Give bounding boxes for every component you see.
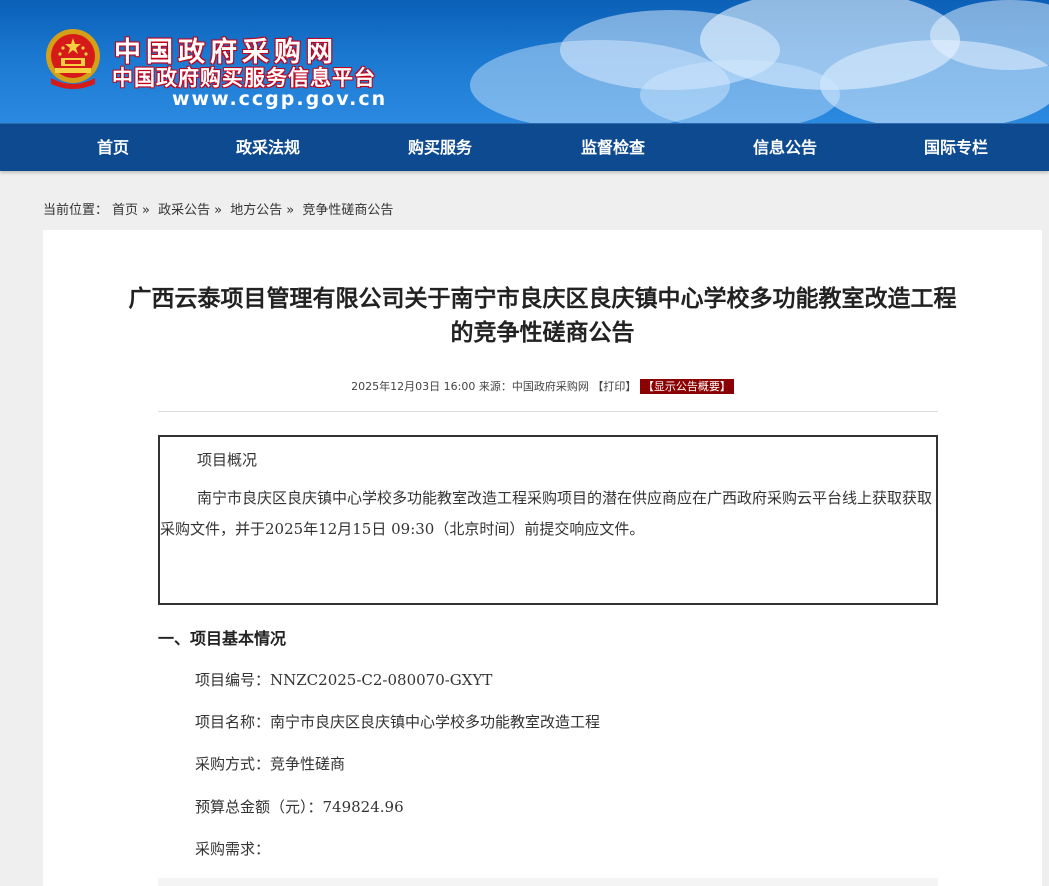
nav-item-supervision[interactable]: 监督检查 [566, 124, 660, 171]
article-meta: 2025年12月03日 16:00 来源：中国政府采购网 【打印】 【显示公告概… [43, 378, 1042, 394]
nav-item-announcements[interactable]: 信息公告 [738, 124, 832, 171]
main-nav: 首页 政采法规 购买服务 监督检查 信息公告 国际专栏 [0, 123, 1049, 171]
procurement-demand: 采购需求： [195, 840, 271, 858]
source-label: 来源： [478, 380, 512, 393]
article-card: 广西云泰项目管理有限公司关于南宁市良庆区良庆镇中心学校多功能教室改造工程 的竞争… [43, 230, 1042, 886]
nav-item-regulations[interactable]: 政采法规 [221, 124, 315, 171]
source-name: 中国政府采购网 [511, 380, 589, 393]
breadcrumb-current[interactable]: 竞争性磋商公告 [302, 203, 393, 218]
article-title-line1: 广西云泰项目管理有限公司关于南宁市良庆区良庆镇中心学校多功能教室改造工程 [128, 286, 957, 312]
breadcrumb-separator: » [286, 203, 295, 218]
breadcrumb-announcements[interactable]: 政采公告 [158, 203, 210, 218]
breadcrumb-local[interactable]: 地方公告 [230, 203, 282, 218]
breadcrumb: 当前位置： 首页 » 政采公告 » 地方公告 » 竞争性磋商公告 [43, 199, 397, 218]
budget-amount: 预算总金额（元）：749824.96 [195, 798, 404, 816]
national-emblem-icon[interactable] [43, 28, 103, 90]
summary-text: 南宁市良庆区良庆镇中心学校多功能教室改造工程采购项目的潜在供应商应在广西政府采购… [160, 489, 933, 538]
section-heading: 一、项目基本情况 [158, 629, 287, 648]
project-summary-box: 项目概况 南宁市良庆区良庆镇中心学校多功能教室改造工程采购项目的潜在供应商应在广… [158, 435, 938, 605]
project-number: 项目编号：NNZC2025-C2-080070-GXYT [195, 671, 493, 689]
divider [158, 411, 938, 412]
project-name: 项目名称：南宁市良庆区良庆镇中心学校多功能教室改造工程 [195, 713, 601, 731]
show-summary-button[interactable]: 【显示公告概要】 [639, 379, 734, 394]
nav-item-home[interactable]: 首页 [66, 124, 160, 171]
article-title: 广西云泰项目管理有限公司关于南宁市良庆区良庆镇中心学校多功能教室改造工程 的竞争… [43, 282, 1042, 350]
nav-item-purchase-services[interactable]: 购买服务 [393, 124, 487, 171]
article-title-line2: 的竞争性磋商公告 [450, 320, 635, 346]
content-bottom-strip [158, 878, 938, 886]
breadcrumb-separator: » [142, 203, 150, 218]
site-url: www.ccgp.gov.cn [172, 88, 388, 110]
breadcrumb-separator: » [214, 203, 223, 218]
breadcrumb-home[interactable]: 首页 [112, 203, 138, 218]
summary-heading: 项目概况 [197, 451, 258, 469]
cloud-decoration [640, 60, 840, 123]
breadcrumb-prefix: 当前位置： [43, 203, 109, 218]
print-button[interactable]: 【打印】 [592, 380, 636, 393]
header-banner: 中国政府采购网 中国政府购买服务信息平台 www.ccgp.gov.cn [0, 0, 1049, 123]
nav-item-international[interactable]: 国际专栏 [909, 124, 1003, 171]
procurement-method: 采购方式：竞争性磋商 [195, 755, 346, 773]
publish-datetime: 2025年12月03日 16:00 [351, 380, 476, 393]
